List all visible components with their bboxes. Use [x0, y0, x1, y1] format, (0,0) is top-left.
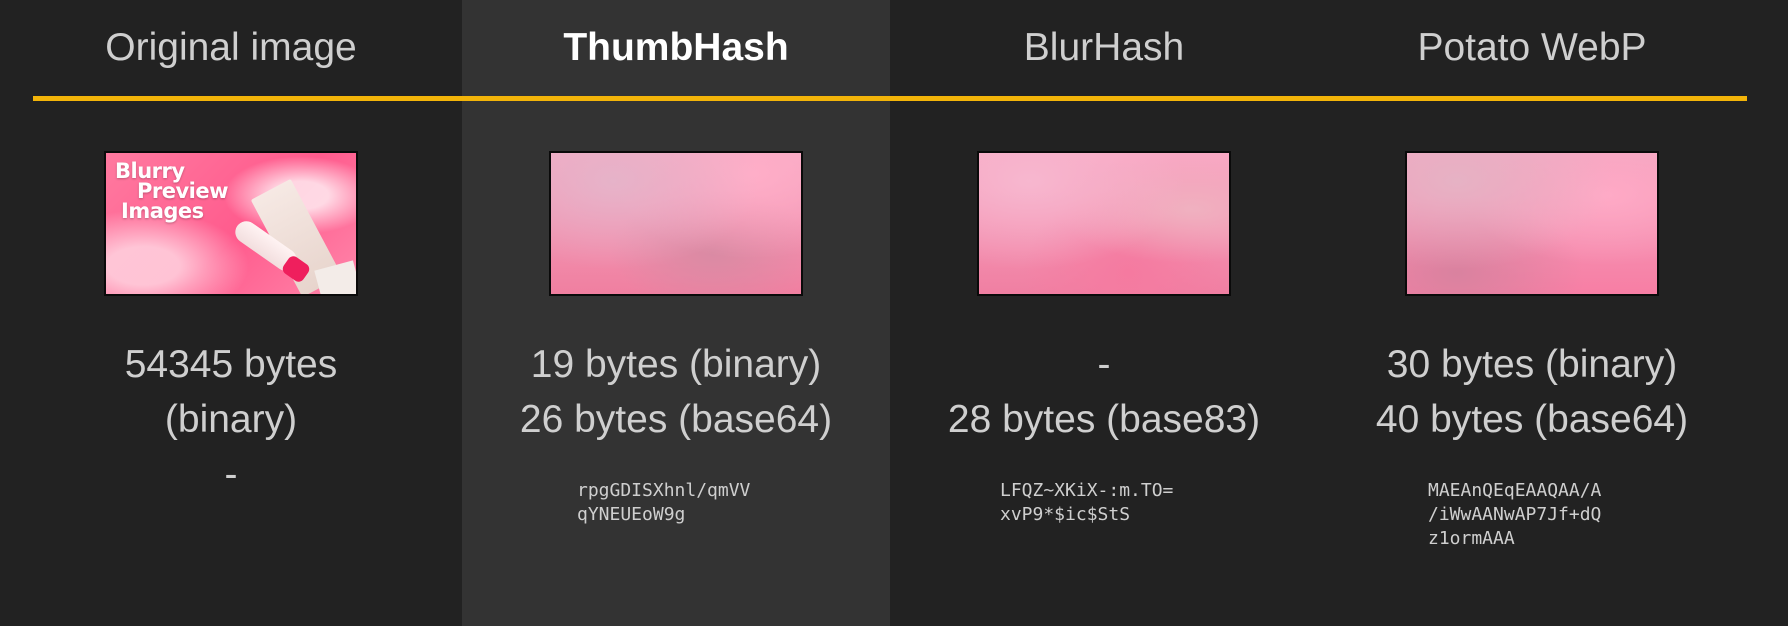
column-blurhash: BlurHash - 28 bytes (base83) LFQZ~XKiX-:… — [890, 0, 1318, 626]
hash-string-webp: MAEAnQEqEAAQAA/A/iWwAANwAP7Jf+dQ z1ormAAA — [1428, 479, 1601, 551]
byte-size-thumbhash: 19 bytes (binary) 26 bytes (base64) — [462, 337, 890, 447]
thumbhash-preview-image — [549, 151, 803, 296]
byte-size-webp: 30 bytes (binary) 40 bytes (base64) — [1318, 337, 1746, 447]
hash-string-blurhash: LFQZ~XKiX-:m.TO= xvP9*$ic$StS — [1000, 479, 1173, 527]
byte-size-line-2: 40 bytes (base64) — [1375, 398, 1689, 441]
column-original-image: Original image Blurry Preview Images 543… — [0, 0, 462, 626]
column-thumbhash: ThumbHash 19 bytes (binary) 26 bytes (ba… — [462, 0, 890, 626]
byte-size-line-2: (binary) — [164, 398, 298, 441]
column-potato-webp: Potato WebP 30 bytes (binary) 40 bytes (… — [1318, 0, 1788, 626]
byte-size-line-1: 54345 bytes — [124, 343, 338, 386]
image-title-line-2: Preview — [137, 179, 229, 203]
byte-size-line-1: 30 bytes (binary) — [1386, 343, 1678, 386]
byte-size-line-2: 26 bytes (base64) — [519, 398, 833, 441]
webp-preview-image — [1405, 151, 1659, 296]
hash-line-1: LFQZ~XKiX-:m.TO= — [1000, 480, 1174, 501]
byte-size-line-1: - — [1097, 343, 1111, 386]
original-image: Blurry Preview Images — [104, 151, 358, 296]
byte-size-original: 54345 bytes (binary) - — [0, 337, 462, 502]
hash-line-1: MAEAnQEqEAAQAA/A — [1428, 480, 1602, 501]
hash-line-1: rpgGDISXhnl/qmVV — [577, 480, 751, 501]
column-header-thumbhash: ThumbHash — [563, 26, 789, 69]
byte-size-line-2: 28 bytes (base83) — [947, 398, 1261, 441]
column-header-original: Original image — [105, 26, 357, 69]
blurhash-preview-image — [977, 151, 1231, 296]
hash-line-2: /iWwAANwAP7Jf+dQ — [1428, 504, 1602, 525]
comparison-table: Original image Blurry Preview Images 543… — [0, 0, 1788, 626]
byte-size-line-1: 19 bytes (binary) — [530, 343, 822, 386]
hash-line-3: z1ormAAA — [1428, 528, 1515, 549]
column-header-potato-webp: Potato WebP — [1417, 26, 1647, 69]
header-divider — [33, 96, 1747, 101]
hash-string-thumbhash: rpgGDISXhnl/qmVV qYNEUEoW9g — [577, 479, 750, 527]
image-title-line-3: Images — [121, 199, 204, 223]
image-title: Blurry Preview Images — [115, 159, 229, 223]
hash-line-2: xvP9*$ic$StS — [1000, 504, 1131, 525]
byte-size-blurhash: - 28 bytes (base83) — [890, 337, 1318, 447]
column-header-blurhash: BlurHash — [1023, 26, 1185, 69]
byte-size-line-3: - — [224, 453, 238, 496]
image-title-line-1: Blurry — [115, 159, 185, 183]
hash-line-2: qYNEUEoW9g — [577, 504, 686, 525]
